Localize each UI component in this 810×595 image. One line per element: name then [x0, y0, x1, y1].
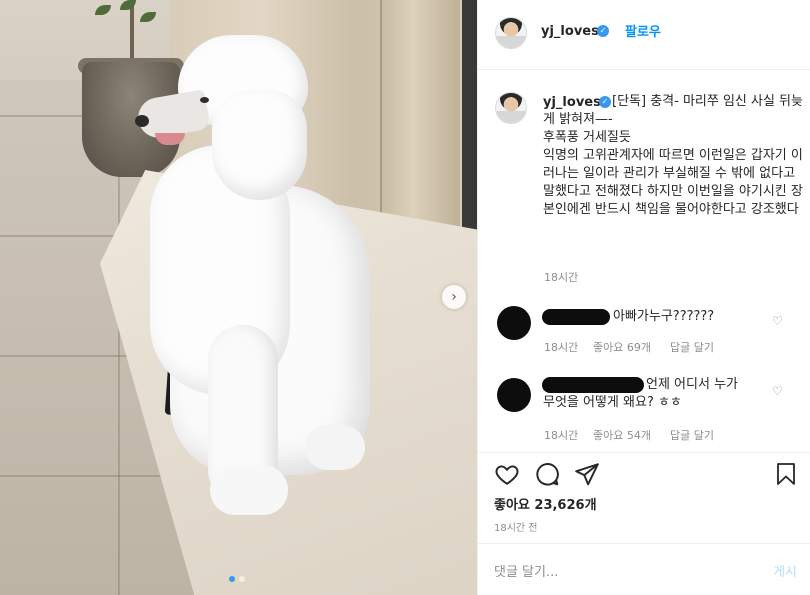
comment-likes[interactable]: 좋아요 69개	[593, 339, 651, 355]
comment-like-icon[interactable]: ♡	[772, 384, 783, 398]
comment-reply-button[interactable]: 답글 달기	[670, 339, 714, 355]
poodle	[130, 25, 390, 525]
poodle-nose	[135, 115, 149, 127]
paper-plane-icon[interactable]	[574, 461, 600, 487]
poodle-tongue	[155, 133, 185, 145]
commenter-avatar[interactable]	[497, 306, 531, 340]
post-comment-button[interactable]: 게시	[773, 561, 797, 580]
comment-timestamp[interactable]: 18시간	[544, 339, 578, 355]
verified-badge-icon: ✓	[597, 25, 609, 37]
photo-leaf	[140, 12, 156, 22]
caption-text: [단독] 충격- 마리쭈 임신 사실 뒤늦게 밝혀져—- 후폭풍 거세질듯 익명…	[543, 94, 803, 217]
post-caption: [단독] 충격- 마리쭈 임신 사실 뒤늦게 밝혀져—- 후폭풍 거세질듯 익명…	[543, 93, 805, 219]
redacted-username	[542, 377, 644, 393]
caption-author-avatar[interactable]	[495, 92, 527, 124]
post-side-panel: yj_loves ✓ 팔로우 yj_loves ✓ [단독] 충격- 마리쭈 임…	[477, 0, 810, 595]
comment-text: 아빠가누구??????	[613, 309, 715, 324]
comment-box: 댓글 달기... 게시	[478, 543, 810, 595]
photo-pillar	[380, 0, 460, 245]
comment-input[interactable]: 댓글 달기...	[494, 561, 558, 580]
follow-button[interactable]: 팔로우	[625, 21, 661, 40]
poodle-eye	[200, 97, 209, 103]
poodle-ear	[212, 90, 307, 200]
author-avatar[interactable]	[495, 17, 527, 49]
comment-text: 언제 어디서 누가	[646, 377, 738, 392]
comment-reply-button[interactable]: 답글 달기	[670, 427, 714, 443]
comment-likes[interactable]: 좋아요 54개	[593, 427, 651, 443]
chevron-right-icon: ›	[451, 289, 457, 305]
carousel-dot-active	[229, 576, 235, 582]
post-header: yj_loves ✓ 팔로우	[478, 0, 810, 70]
comment-timestamp[interactable]: 18시간	[544, 427, 578, 443]
like-count[interactable]: 좋아요 23,626개	[494, 494, 597, 513]
post-photo: ›	[0, 0, 477, 595]
post-timestamp: 18시간 전	[494, 523, 538, 534]
photo-doorway	[462, 0, 477, 250]
caption-timestamp[interactable]: 18시간	[544, 269, 578, 285]
next-photo-button[interactable]: ›	[442, 285, 466, 309]
poodle-back-paw	[305, 425, 365, 470]
commenter-avatar[interactable]	[497, 378, 531, 412]
comment-like-icon[interactable]: ♡	[772, 314, 783, 328]
poodle-paw	[210, 465, 288, 515]
comment-bubble-icon[interactable]	[534, 461, 560, 487]
author-username[interactable]: yj_loves	[541, 24, 599, 39]
heart-icon[interactable]	[494, 461, 520, 487]
bookmark-icon[interactable]	[774, 461, 798, 487]
carousel-dot	[239, 576, 245, 582]
redacted-username	[542, 309, 610, 325]
photo-leaf	[95, 5, 111, 15]
comment-text-continued: 무엇을 어떻게 왜요? ㅎㅎ	[543, 395, 682, 410]
carousel-indicator	[229, 576, 245, 582]
